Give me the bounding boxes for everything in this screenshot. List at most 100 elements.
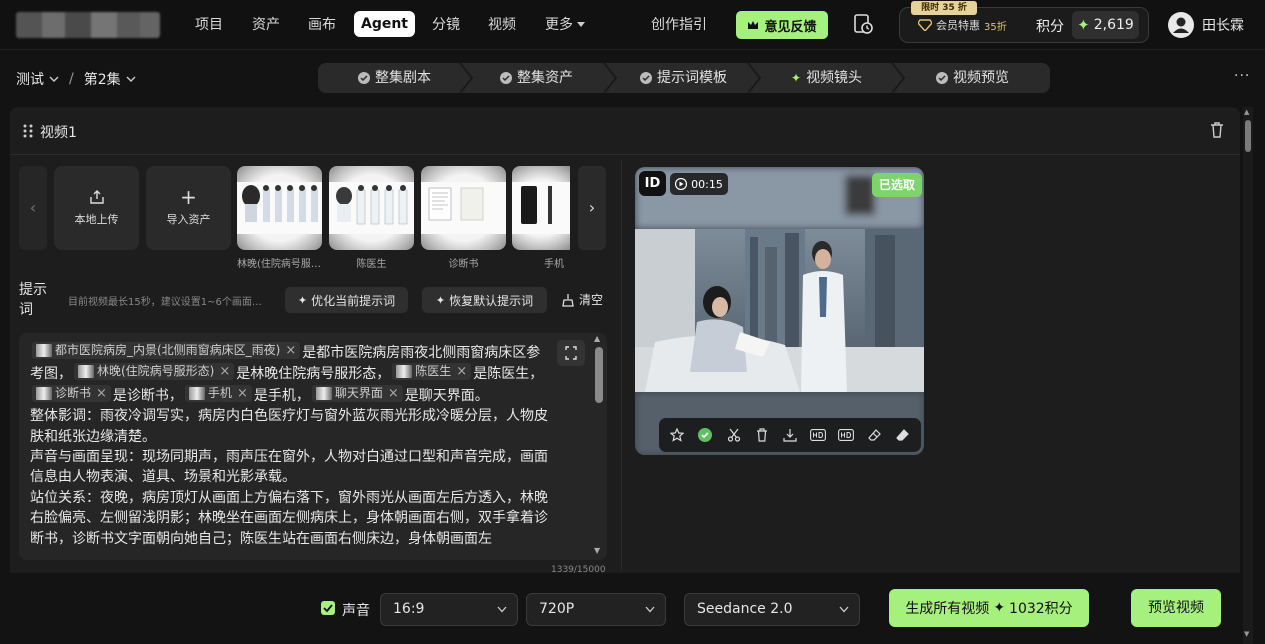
- step-divider: [747, 63, 762, 93]
- step-video-preview[interactable]: 视频预览: [936, 63, 1009, 93]
- nav-item-canvas[interactable]: 画布: [308, 14, 336, 36]
- username[interactable]: 田长霖: [1202, 15, 1244, 35]
- editor-scrollbar-thumb[interactable]: [595, 347, 603, 403]
- chevron-left-icon: ‹: [29, 198, 37, 217]
- close-icon[interactable]: ×: [237, 385, 248, 402]
- chevron-down-icon: [49, 76, 59, 82]
- aspect-ratio-select[interactable]: 16:9: [380, 593, 518, 626]
- check-circle-icon: [640, 72, 652, 84]
- feedback-button[interactable]: 意见反馈: [736, 11, 828, 39]
- asset-label: 诊断书: [448, 259, 479, 270]
- close-icon[interactable]: ×: [285, 342, 296, 359]
- model-select[interactable]: Seedance 2.0: [684, 593, 860, 626]
- scroll-up-icon[interactable]: ▲: [1244, 108, 1249, 116]
- download-button[interactable]: [780, 425, 800, 445]
- nav-item-assets[interactable]: 资产: [252, 14, 280, 36]
- preview-video-button[interactable]: 预览视频: [1131, 589, 1221, 627]
- asset-strip-next-button[interactable]: ›: [578, 166, 606, 250]
- step-prompt-template[interactable]: 提示词模板: [640, 63, 727, 93]
- asset-tag-scene[interactable]: 都市医院病房_内景(北侧雨窗病床区_雨夜) ×: [32, 342, 301, 359]
- nav-item-projects[interactable]: 项目: [195, 14, 223, 36]
- step-script[interactable]: 整集剧本: [358, 63, 431, 93]
- app-logo[interactable]: [16, 12, 160, 38]
- clear-prompt-button[interactable]: 清空: [561, 291, 603, 308]
- nav-item-agent[interactable]: Agent: [354, 11, 415, 37]
- page-scrollbar[interactable]: [1243, 107, 1253, 644]
- asset-thumbnail-doctor[interactable]: [329, 166, 414, 250]
- asset-tag-chat[interactable]: 聊天界面 ×: [311, 384, 403, 402]
- check-circle-icon: [358, 72, 370, 84]
- cut-button[interactable]: [724, 425, 744, 445]
- breadcrumb-project-label: 测试: [16, 72, 44, 88]
- step-video-shots[interactable]: ✦ 视频镜头: [791, 63, 862, 93]
- video-id-badge[interactable]: ID: [639, 171, 666, 196]
- optimize-prompt-button[interactable]: ✦ 优化当前提示词: [285, 287, 408, 313]
- sound-checkbox[interactable]: [321, 601, 335, 615]
- asset-thumbnail-linwan[interactable]: [237, 166, 322, 250]
- sparkle-icon: ✦: [297, 293, 308, 307]
- video-result-card[interactable]: [635, 167, 924, 455]
- broom-icon: [562, 293, 574, 307]
- close-icon[interactable]: ×: [96, 385, 107, 402]
- prompt-label: 提示词: [19, 282, 47, 318]
- crown-icon: [748, 20, 759, 29]
- close-icon[interactable]: ×: [456, 363, 467, 380]
- nav-item-storyboard[interactable]: 分镜: [432, 14, 460, 36]
- prompt-segment: 是林晚住院病号服形态，: [236, 366, 391, 383]
- editor-scroll-up-icon[interactable]: ▲: [594, 334, 600, 343]
- asset-label: 手机: [544, 259, 564, 270]
- step-divider: [459, 63, 474, 93]
- close-icon[interactable]: ×: [388, 385, 399, 402]
- hd-icon: [810, 429, 827, 441]
- editor-scroll-down-icon[interactable]: ▼: [594, 546, 600, 555]
- breadcrumb-episode[interactable]: 第2集: [84, 69, 136, 89]
- asset-tag-phone[interactable]: 手机 ×: [184, 384, 252, 402]
- delete-icon[interactable]: [1210, 122, 1224, 138]
- import-asset-button[interactable]: + 导入资产: [146, 166, 231, 250]
- select-button[interactable]: [695, 425, 715, 445]
- hd-upscale-button[interactable]: [808, 425, 828, 445]
- video-panel-title: 视频1: [40, 125, 77, 141]
- asset-tag-diagnosis[interactable]: 诊断书 ×: [32, 384, 111, 402]
- local-upload-label: 本地上传: [74, 213, 119, 226]
- restore-prompt-button[interactable]: ✦ 恢复默认提示词: [422, 287, 547, 313]
- resolution-select[interactable]: 720P: [526, 593, 666, 626]
- drag-handle-icon[interactable]: [22, 124, 34, 138]
- panel-divider: [621, 160, 622, 570]
- nav-item-more[interactable]: 更多: [545, 14, 585, 36]
- asset-tag-doctor[interactable]: 陈医生 ×: [392, 363, 472, 381]
- member-offer[interactable]: 会员特惠 35折: [918, 17, 1007, 33]
- erase-button[interactable]: [865, 425, 885, 445]
- history-icon[interactable]: [852, 13, 874, 35]
- local-upload-button[interactable]: 本地上传: [54, 166, 139, 250]
- asset-strip-prev-button[interactable]: ‹: [19, 166, 47, 250]
- asset-tag-label: 陈医生: [415, 364, 452, 379]
- points-balance[interactable]: ✦ 2,619: [1072, 11, 1139, 39]
- prompt-text[interactable]: 都市医院病房_内景(北侧雨窗病床区_雨夜) × 是都市医院病房雨夜北侧雨窗病床区参考…: [30, 342, 550, 558]
- check-circle-icon: [936, 72, 948, 84]
- delete-video-button[interactable]: [752, 425, 772, 445]
- asset-thumbnail-phone[interactable]: [512, 166, 570, 250]
- generate-label: 生成所有视频: [905, 601, 990, 617]
- hd-export-button[interactable]: [836, 425, 856, 445]
- step-assets-label: 整集资产: [517, 70, 573, 86]
- scroll-down-icon[interactable]: ▼: [1244, 630, 1249, 638]
- expand-icon: [565, 346, 577, 360]
- step-assets[interactable]: 整集资产: [500, 63, 573, 93]
- resolution-value: 720P: [539, 601, 575, 617]
- page-scrollbar-thumb[interactable]: [1245, 120, 1251, 152]
- expand-editor-button[interactable]: [557, 340, 585, 366]
- nav-item-video[interactable]: 视频: [488, 14, 516, 36]
- video-duration-badge[interactable]: 00:15: [670, 173, 728, 195]
- breadcrumb-project[interactable]: 测试: [16, 69, 59, 89]
- erase-all-button[interactable]: [893, 425, 913, 445]
- more-options-icon[interactable]: ···: [1234, 68, 1250, 84]
- asset-thumbnail-diagnosis[interactable]: [421, 166, 506, 250]
- close-icon[interactable]: ×: [219, 363, 230, 380]
- video-panel-header: [10, 107, 1240, 155]
- favorite-button[interactable]: [667, 425, 687, 445]
- generate-all-videos-button[interactable]: 生成所有视频 ✦ 1032积分: [889, 589, 1089, 627]
- nav-creation-guide[interactable]: 创作指引: [651, 14, 707, 36]
- user-avatar[interactable]: [1168, 12, 1194, 38]
- asset-tag-linwan[interactable]: 林晚(住院病号服形态) ×: [74, 363, 235, 381]
